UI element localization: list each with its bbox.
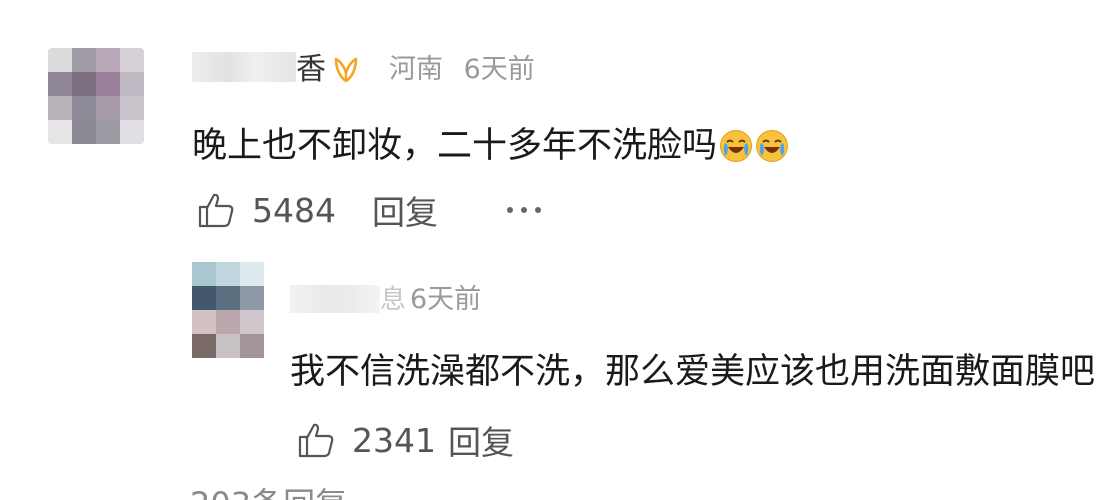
- reply-author-name[interactable]: 息: [380, 282, 406, 318]
- like-count: 5484: [252, 190, 336, 230]
- vip-badge-icon: [334, 57, 358, 83]
- avatar[interactable]: [48, 48, 144, 144]
- laugh-cry-emoji-icon: [756, 130, 789, 162]
- reply-actions: 2341 回复: [296, 418, 514, 462]
- comment-meta: 河南 6天前: [389, 50, 535, 90]
- laugh-cry-emoji-icon: [720, 130, 753, 162]
- reply-like-count: 2341: [352, 420, 436, 460]
- view-replies-link[interactable]: 203条回复: [190, 484, 347, 500]
- reply-timestamp: 6天前: [410, 284, 482, 315]
- comment-actions: 5484 回复: [196, 188, 544, 232]
- reply-avatar[interactable]: [192, 262, 264, 358]
- author-name[interactable]: 香: [296, 50, 326, 90]
- reply-text: 我不信洗澡都不洗，那么爱美应该也用洗面敷面膜吧: [290, 352, 1096, 392]
- reply-author-name-blurred[interactable]: [290, 285, 380, 313]
- more-dots-icon[interactable]: [504, 203, 544, 217]
- comment-thread: 香 河南 6天前 晚上也不卸妆，二十多年不洗脸吗 5484 回复 息 6天前 我…: [0, 0, 1104, 500]
- reply-reply-button[interactable]: 回复: [448, 416, 514, 464]
- thumbs-up-icon[interactable]: [296, 420, 336, 460]
- reply-button[interactable]: 回复: [372, 186, 438, 234]
- location-label: 河南: [389, 54, 443, 85]
- author-name-blurred[interactable]: [192, 52, 296, 82]
- comment-text: 晚上也不卸妆，二十多年不洗脸吗: [192, 124, 789, 168]
- comment-body: 晚上也不卸妆，二十多年不洗脸吗: [192, 126, 718, 166]
- thumbs-up-icon[interactable]: [196, 190, 236, 230]
- timestamp: 6天前: [463, 54, 535, 85]
